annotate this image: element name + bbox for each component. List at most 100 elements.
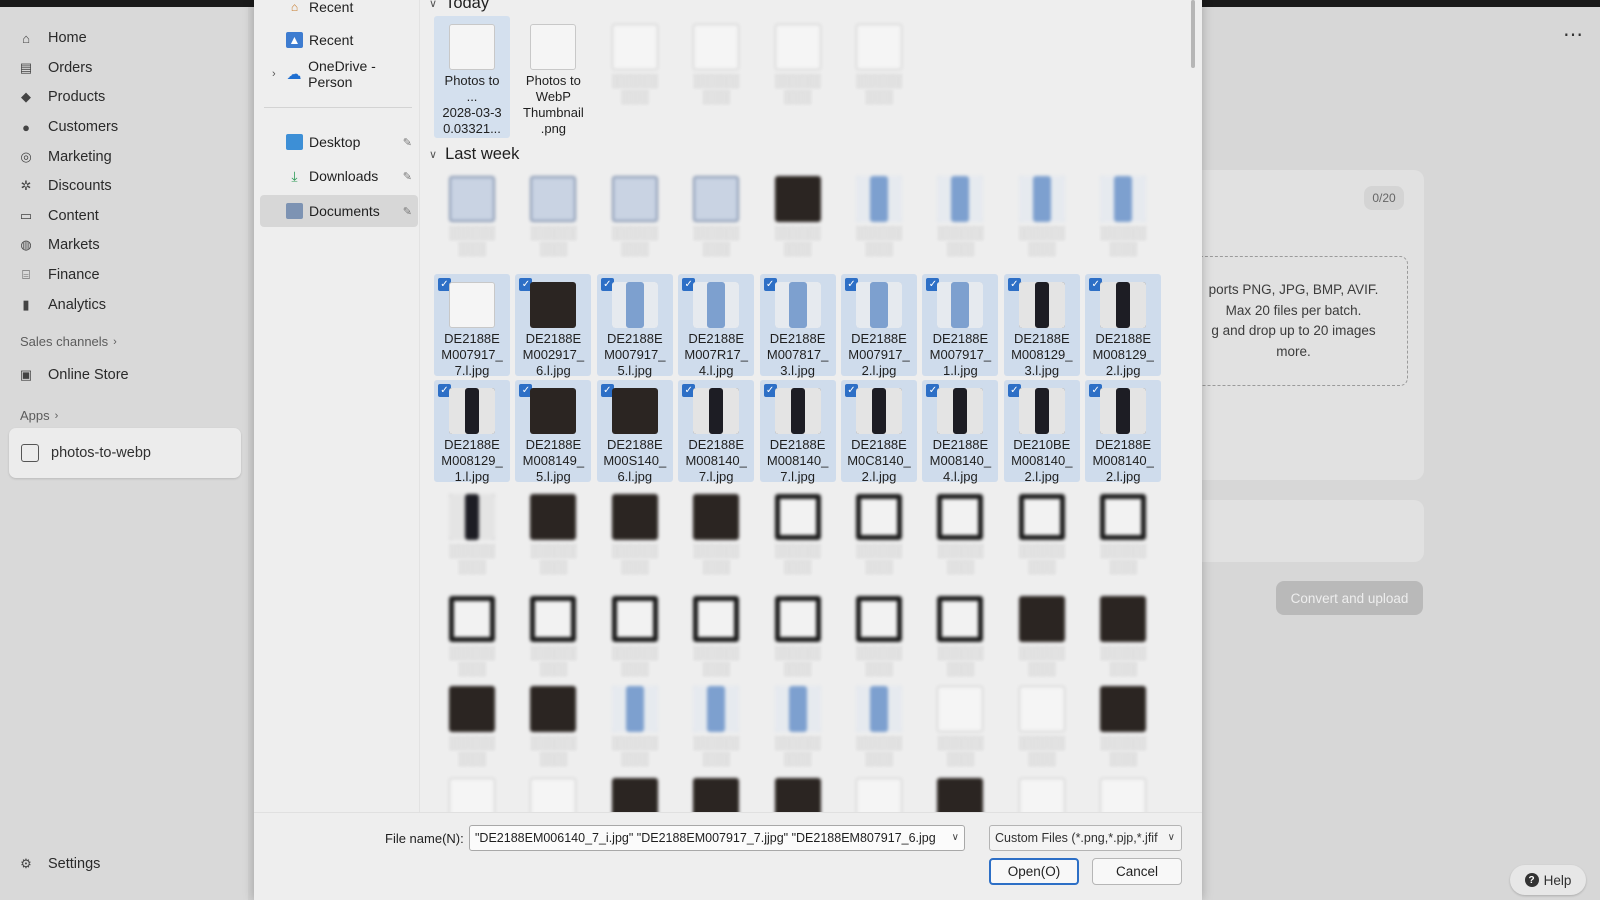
file-tile[interactable] <box>841 770 917 812</box>
pane-item-onedrive[interactable]: › ☁ OneDrive - Person <box>260 58 418 90</box>
file-tile[interactable]: ░░░░░ ░░░ <box>678 486 754 588</box>
file-tile[interactable] <box>760 770 836 812</box>
open-button[interactable]: Open(O) <box>989 858 1079 885</box>
file-tile[interactable] <box>434 770 510 812</box>
file-tile[interactable]: ░░░░░ ░░░ <box>922 486 998 588</box>
nav-discounts[interactable]: ✲ Discounts <box>18 174 112 198</box>
file-tile[interactable]: ░░░░░ ░░░ <box>434 678 510 780</box>
chevron-down-icon[interactable]: ∨ <box>952 826 959 850</box>
file-tile[interactable]: ░░░░░ ░░░ <box>841 588 917 690</box>
file-tile[interactable]: ░░░░░ ░░░ <box>597 168 673 270</box>
file-tile[interactable]: ░░░░░ ░░░ <box>678 678 754 780</box>
nav-products[interactable]: ◆ Products <box>18 85 105 109</box>
pin-icon[interactable]: ✎ <box>403 205 412 218</box>
pin-icon[interactable]: ✎ <box>403 170 412 183</box>
file-tile[interactable]: ░░░░░ ░░░ <box>1004 588 1080 690</box>
file-tile[interactable]: ░░░░░ ░░░ <box>1085 588 1161 690</box>
nav-marketing[interactable]: ◎ Marketing <box>18 145 111 169</box>
pane-item-recent[interactable]: ⌂ Recent <box>260 0 418 23</box>
today-file-tile[interactable]: Photos to ... 2028-03-3 0.03321... <box>434 16 510 138</box>
file-tile[interactable]: ░░░░░ ░░░ <box>1004 168 1080 270</box>
selected-file-tile[interactable]: ✓ DE2188E M007917_ 5.l.jpg <box>596 274 673 378</box>
file-tile[interactable]: ░░░░░ ░░░ <box>1004 486 1080 588</box>
file-tile[interactable]: ░░░░░ ░░░ <box>841 168 917 270</box>
nav-online-store[interactable]: ▣ Online Store <box>18 363 129 387</box>
nav-app-photos-to-webp[interactable]: photos-to-webp <box>9 428 241 478</box>
file-tile[interactable]: ░░░░░ ░░░ <box>597 588 673 690</box>
nav-markets[interactable]: ◍ Markets <box>18 233 99 257</box>
file-tile[interactable] <box>597 770 673 812</box>
file-type-select[interactable]: Custom Files (*.png,*.pjp,*.jfif ∨ <box>989 825 1182 851</box>
file-tile[interactable]: ░░░░░ ░░░ <box>760 678 836 780</box>
file-tile[interactable]: ░░░░░ ░░░ <box>1004 678 1080 780</box>
file-tile[interactable]: ░░░░░ ░░░ <box>515 168 591 270</box>
apps-link[interactable]: Apps › <box>20 408 58 423</box>
chevron-right-icon[interactable]: › <box>272 68 276 80</box>
pane-item-desktop[interactable]: Desktop ✎ <box>260 126 418 158</box>
selected-file-tile[interactable]: ✓ DE2188E M008129_ 2.l.jpg <box>1085 274 1162 378</box>
today-file-tile[interactable]: ░░░░░ ░░░ <box>841 16 917 118</box>
today-file-tile[interactable]: ░░░░░ ░░░ <box>678 16 754 118</box>
help-button[interactable]: ? Help <box>1510 865 1586 895</box>
selected-file-tile[interactable]: ✓ DE2188E M007817_ 3.l.jpg <box>759 274 836 378</box>
file-tile[interactable]: ░░░░░ ░░░ <box>841 486 917 588</box>
convert-and-upload-button[interactable]: Convert and upload <box>1276 581 1423 615</box>
selected-file-tile[interactable]: ✓ DE2188E M00S140_ 6.l.jpg <box>596 380 673 484</box>
file-tile[interactable]: ░░░░░ ░░░ <box>515 588 591 690</box>
file-tile[interactable]: ░░░░░ ░░░ <box>597 678 673 780</box>
file-tile[interactable]: ░░░░░ ░░░ <box>678 168 754 270</box>
pane-item-downloads[interactable]: ⤓ Downloads ✎ <box>260 160 418 192</box>
file-tile[interactable]: ░░░░░ ░░░ <box>1085 486 1161 588</box>
file-tile[interactable]: ░░░░░ ░░░ <box>922 588 998 690</box>
group-today-header[interactable]: ∨ Today <box>429 0 489 13</box>
file-tile[interactable] <box>1004 770 1080 812</box>
cancel-button[interactable]: Cancel <box>1092 858 1182 885</box>
file-tile[interactable] <box>1085 770 1161 812</box>
file-tile[interactable]: ░░░░░ ░░░ <box>922 678 998 780</box>
selected-file-tile[interactable]: ✓ DE2188E M008129_ 1.l.jpg <box>434 380 510 484</box>
selected-file-tile[interactable]: ✓ DE2188E M0C8140_ 2.l.jpg <box>841 380 917 484</box>
file-tile[interactable]: ░░░░░ ░░░ <box>1085 168 1161 270</box>
file-tile[interactable]: ░░░░░ ░░░ <box>922 168 998 270</box>
selected-file-tile[interactable]: ✓ DE2188E M007917_ 7.l.jpg <box>434 274 510 378</box>
selected-file-tile[interactable]: ✓ DE2188E M008140_ 4.l.jpg <box>922 380 999 484</box>
nav-settings[interactable]: ⚙ Settings <box>18 852 100 876</box>
selected-file-tile[interactable]: ✓ DE2188E M002917_ 6.l.jpg <box>515 274 592 378</box>
selected-file-tile[interactable]: ✓ DE2188E M008129_ 3.l.jpg <box>1003 274 1080 378</box>
selected-file-tile[interactable]: ✓ DE2188E M008140_ 2.l.jpg <box>1085 380 1162 484</box>
nav-analytics[interactable]: ▮ Analytics <box>18 293 106 317</box>
file-tile[interactable]: ░░░░░ ░░░ <box>434 486 510 588</box>
file-tile[interactable]: ░░░░░ ░░░ <box>597 486 673 588</box>
selected-file-tile[interactable]: ✓ DE2188E M008149_ 5.l.jpg <box>515 380 592 484</box>
file-tile[interactable] <box>515 770 591 812</box>
sales-channels-link[interactable]: Sales channels › <box>20 334 117 349</box>
today-file-tile[interactable]: Photos to WebP Thumbnail .png <box>515 16 591 136</box>
group-last-week-header[interactable]: ∨ Last week <box>429 145 519 164</box>
nav-customers[interactable]: ● Customers <box>18 115 118 139</box>
file-tile[interactable]: ░░░░░ ░░░ <box>434 168 510 270</box>
selected-file-tile[interactable]: ✓ DE2188E M007917_ 2.l.jpg <box>841 274 917 378</box>
file-tile[interactable]: ░░░░░ ░░░ <box>434 588 510 690</box>
nav-orders[interactable]: ▤ Orders <box>18 56 92 80</box>
file-tile[interactable]: ░░░░░ ░░░ <box>841 678 917 780</box>
nav-finance[interactable]: ⌸ Finance <box>18 263 100 287</box>
pin-icon[interactable]: ✎ <box>403 136 412 149</box>
file-tile[interactable]: ░░░░░ ░░░ <box>760 168 836 270</box>
file-tile[interactable] <box>678 770 754 812</box>
drop-zone[interactable]: ports PNG, JPG, BMP, AVIF. Max 20 files … <box>1180 256 1408 386</box>
pane-item-gallery[interactable]: ▲ Recent <box>260 24 418 56</box>
nav-content[interactable]: ▭ Content <box>18 204 99 228</box>
vertical-scrollbar[interactable] <box>1191 0 1195 68</box>
selected-file-tile[interactable]: ✓ DE2188E M007917_ 1.l.jpg <box>922 274 999 378</box>
file-tile[interactable]: ░░░░░ ░░░ <box>1085 678 1161 780</box>
more-actions-icon[interactable]: ⋯ <box>1563 22 1584 47</box>
today-file-tile[interactable]: ░░░░░ ░░░ <box>597 16 673 118</box>
nav-home[interactable]: ⌂ Home <box>18 26 87 50</box>
selected-file-tile[interactable]: ✓ DE2188E M008140_ 7.l.jpg <box>759 380 836 484</box>
file-tile[interactable]: ░░░░░ ░░░ <box>678 588 754 690</box>
selected-file-tile[interactable]: ✓ DE2188E M008140_ 7.l.jpg <box>678 380 755 484</box>
file-tile[interactable]: ░░░░░ ░░░ <box>515 678 591 780</box>
file-tile[interactable]: ░░░░░ ░░░ <box>760 486 836 588</box>
today-file-tile[interactable]: ░░░░░ ░░░ <box>760 16 836 118</box>
selected-file-tile[interactable]: ✓ DE210BE M008140_ 2.l.jpg <box>1003 380 1080 484</box>
